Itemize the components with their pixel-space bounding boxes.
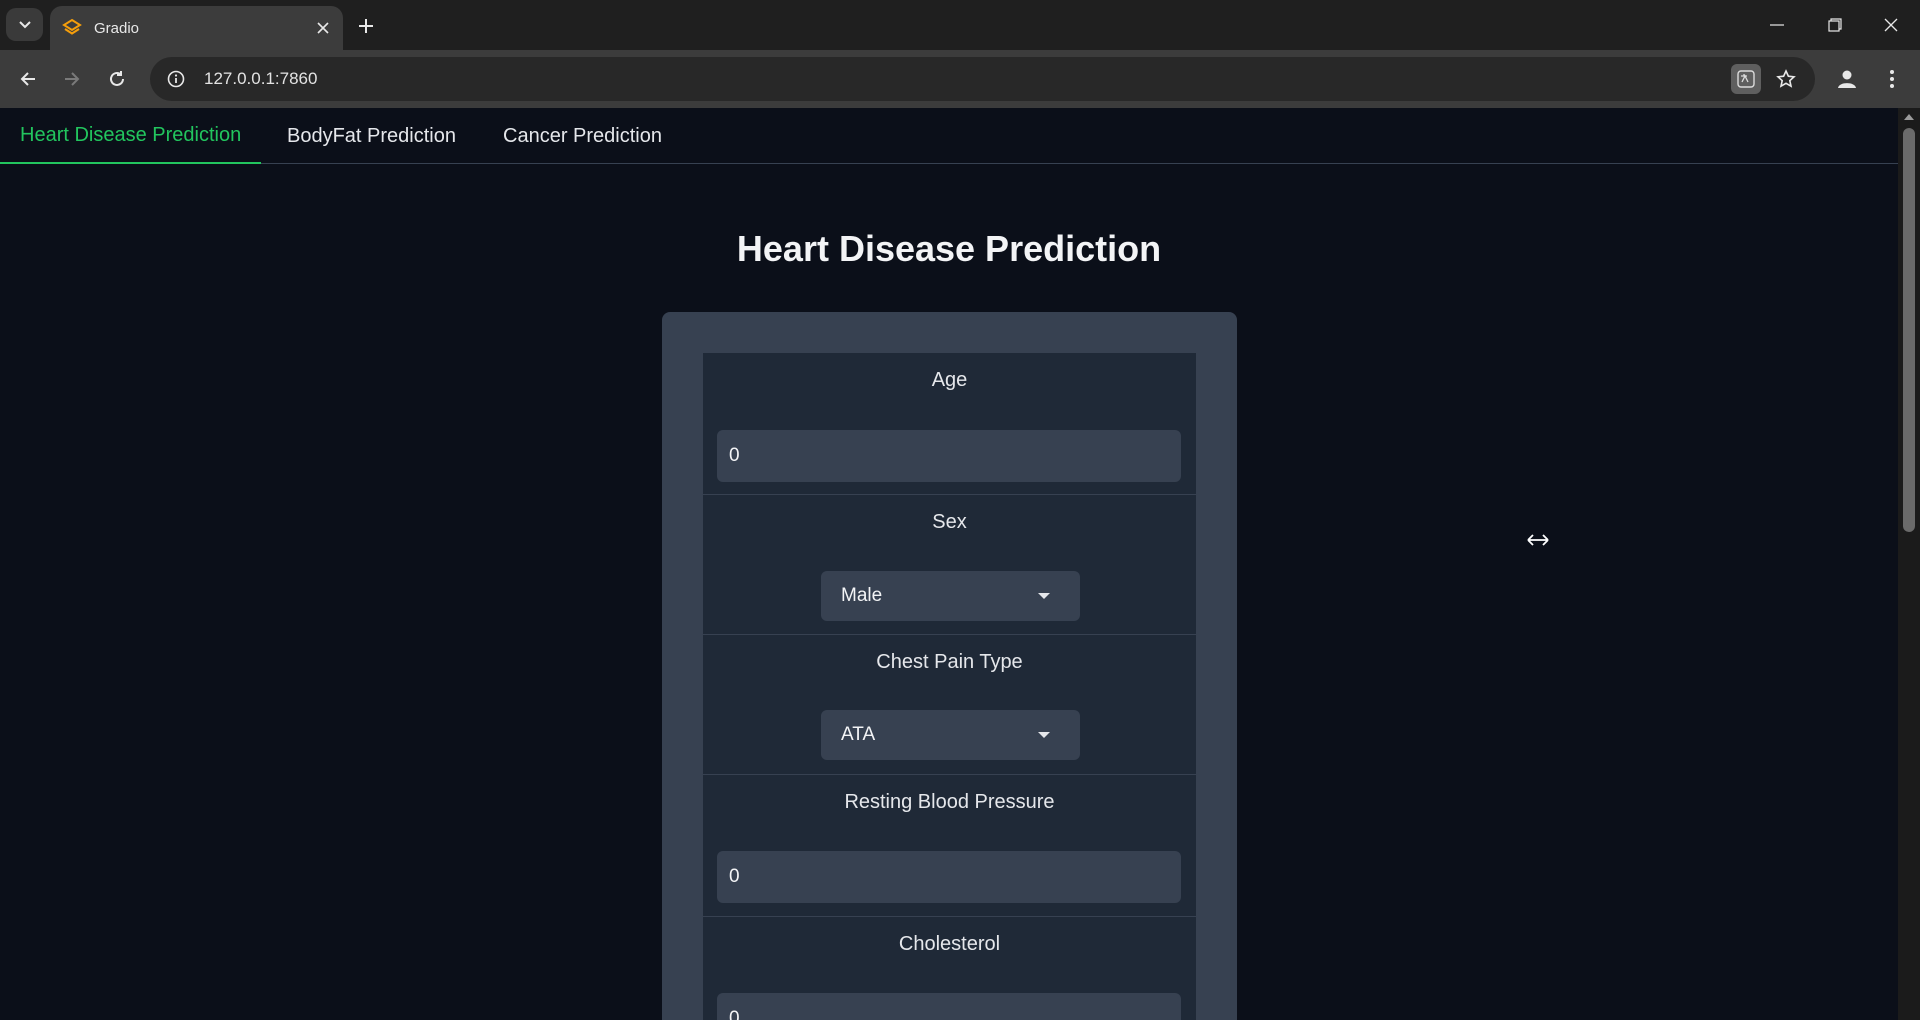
tab-close-button[interactable] xyxy=(313,18,333,38)
reload-icon xyxy=(110,71,124,86)
minimize-icon xyxy=(1770,24,1784,26)
sex-value: Male xyxy=(841,585,883,606)
age-field: Age 0 xyxy=(703,353,1196,495)
tab-search-button[interactable] xyxy=(6,8,43,41)
browser-tab[interactable]: Gradio xyxy=(50,6,343,50)
back-button[interactable] xyxy=(12,63,44,95)
address-bar[interactable]: 127.0.0.1:7860 xyxy=(150,57,1815,101)
page-content: Heart Disease Prediction BodyFat Predict… xyxy=(0,108,1920,1020)
profile-icon xyxy=(1838,70,1856,88)
arrow-right-icon xyxy=(65,72,80,86)
browser-toolbar: 127.0.0.1:7860 xyxy=(0,50,1920,108)
reload-button[interactable] xyxy=(101,63,133,95)
site-info-button[interactable] xyxy=(162,65,190,93)
caret-down-icon xyxy=(1038,732,1050,738)
bookmark-button[interactable] xyxy=(1771,64,1801,94)
resting-bp-label: Resting Blood Pressure xyxy=(844,791,1055,813)
tab-bodyfat[interactable]: BodyFat Prediction xyxy=(267,108,476,164)
info-icon xyxy=(167,70,185,88)
age-input[interactable]: 0 xyxy=(717,430,1181,482)
chevron-down-icon xyxy=(18,20,31,28)
chest-pain-value: ATA xyxy=(841,724,876,745)
tab-heart-disease[interactable]: Heart Disease Prediction xyxy=(0,108,262,164)
window-close-button[interactable] xyxy=(1862,0,1920,50)
cholesterol-input[interactable]: 0 xyxy=(717,993,1181,1020)
resting-bp-input[interactable]: 0 xyxy=(717,851,1181,903)
restore-button[interactable] xyxy=(1806,0,1864,50)
page-scrollbar[interactable] xyxy=(1898,108,1920,1020)
plus-icon xyxy=(359,19,373,33)
browser-menu-button[interactable] xyxy=(1876,63,1908,95)
resize-cursor-icon xyxy=(1527,534,1549,546)
scroll-up-icon[interactable] xyxy=(1904,114,1914,120)
star-icon xyxy=(1776,69,1796,88)
minimize-button[interactable] xyxy=(1748,0,1806,50)
sex-dropdown[interactable]: Male xyxy=(821,571,1080,621)
tab-title: Gradio xyxy=(94,19,140,37)
sex-field: Sex Male xyxy=(703,495,1196,635)
form-inner-panel: Age 0 Sex Male Chest Pain Type ATA Resti… xyxy=(703,353,1196,1020)
tab-cancer[interactable]: Cancer Prediction xyxy=(483,108,682,164)
age-label: Age xyxy=(931,369,968,391)
page-title: Heart Disease Prediction xyxy=(736,228,1162,269)
translate-button[interactable] xyxy=(1731,64,1761,94)
caret-down-icon xyxy=(1038,593,1050,599)
profile-button[interactable] xyxy=(1831,63,1863,95)
cholesterol-label: Cholesterol xyxy=(898,933,1001,955)
scrollbar-thumb[interactable] xyxy=(1903,128,1915,532)
close-icon xyxy=(1884,18,1898,32)
resting-bp-field: Resting Blood Pressure 0 xyxy=(703,775,1196,917)
chest-pain-field: Chest Pain Type ATA xyxy=(703,635,1196,775)
browser-tabstrip: Gradio xyxy=(0,0,1920,50)
app-tab-bar: Heart Disease Prediction BodyFat Predict… xyxy=(0,108,1898,164)
gradio-favicon-icon xyxy=(62,18,82,35)
forward-button[interactable] xyxy=(56,63,88,95)
more-vertical-icon xyxy=(1890,70,1894,88)
form-panel: Age 0 Sex Male Chest Pain Type ATA Resti… xyxy=(662,312,1237,1020)
close-icon xyxy=(317,22,329,34)
new-tab-button[interactable] xyxy=(352,12,380,40)
translate-icon xyxy=(1737,70,1755,88)
cholesterol-field: Cholesterol 0 xyxy=(703,917,1196,1020)
chest-pain-dropdown[interactable]: ATA xyxy=(821,710,1080,760)
chest-pain-label: Chest Pain Type xyxy=(876,651,1023,673)
arrow-left-icon xyxy=(20,72,35,86)
restore-icon xyxy=(1828,18,1842,32)
sex-label: Sex xyxy=(932,511,967,533)
url-text: 127.0.0.1:7860 xyxy=(204,69,318,88)
